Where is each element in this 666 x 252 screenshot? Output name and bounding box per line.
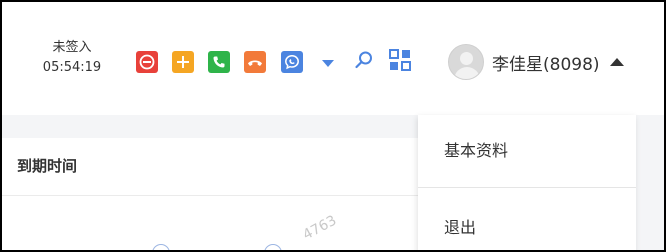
column-header-expiry[interactable]: 到期时间 [17, 155, 77, 176]
answer-call-button[interactable] [208, 51, 230, 73]
dnd-icon [139, 54, 155, 70]
dnd-button[interactable] [136, 51, 158, 73]
chat-button[interactable] [281, 51, 303, 73]
user-name: 李佳星(8098) [492, 54, 600, 75]
top-header: 未签入 05:54:19 李佳星(8098) [2, 2, 664, 115]
apps-button[interactable] [388, 49, 412, 75]
chevron-up-icon [609, 58, 624, 66]
hangup-button[interactable] [244, 51, 266, 73]
signin-status[interactable]: 未签入 05:54:19 [32, 38, 112, 78]
user-menu-trigger[interactable]: 李佳星(8098) [448, 42, 624, 82]
more-tools-button[interactable] [318, 52, 338, 72]
menu-item-logout[interactable]: 退出 [418, 208, 636, 248]
avatar [448, 44, 484, 80]
chat-icon [284, 54, 300, 70]
signin-timer: 05:54:19 [42, 60, 102, 75]
signin-status-text: 未签入 [52, 40, 92, 55]
row-divider [2, 195, 418, 196]
phone-hangup-icon [247, 56, 263, 68]
search-button[interactable] [352, 50, 376, 74]
phone-answer-icon [212, 55, 226, 69]
add-icon [176, 55, 190, 69]
menu-divider [418, 187, 636, 188]
add-button[interactable] [172, 51, 194, 73]
chevron-down-icon [321, 53, 335, 72]
app-window: 未签入 05:54:19 李佳星(8098) 到期时间 4763 基本资料 退出 [0, 0, 666, 252]
user-dropdown-menu: 基本资料 退出 [418, 115, 636, 250]
search-icon [354, 50, 374, 74]
menu-item-profile[interactable]: 基本资料 [418, 131, 636, 171]
grid-icon [389, 49, 411, 75]
